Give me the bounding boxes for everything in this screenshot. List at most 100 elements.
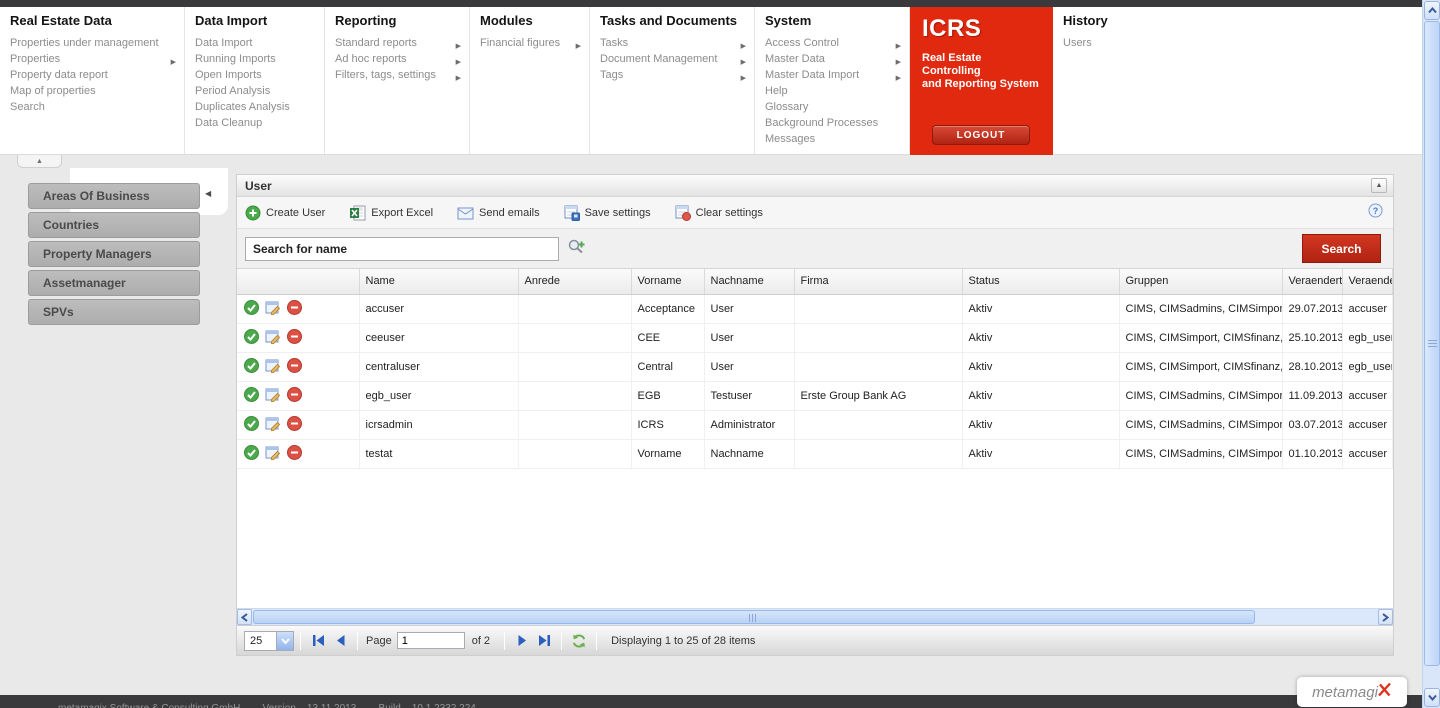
menu-item-label: Tags bbox=[600, 69, 623, 81]
export-excel-button[interactable]: Export Excel bbox=[349, 205, 433, 221]
menu-item-map-of-properties[interactable]: Map of properties bbox=[10, 83, 184, 99]
table-row[interactable]: testat Vorname Nachname Aktiv CIMS, CIMS… bbox=[237, 439, 1393, 468]
save-settings-button[interactable]: Save settings bbox=[564, 205, 651, 221]
horizontal-scrollbar[interactable] bbox=[237, 608, 1393, 625]
menu-item-properties[interactable]: Properties▶ bbox=[10, 51, 184, 67]
hscroll-thumb[interactable] bbox=[253, 610, 1255, 624]
menu-item-ad-hoc-reports[interactable]: Ad hoc reports▶ bbox=[335, 51, 469, 67]
deactivate-user-icon[interactable] bbox=[287, 387, 302, 405]
clear-settings-button[interactable]: Clear settings bbox=[675, 205, 763, 221]
vertical-scrollbar[interactable] bbox=[1422, 0, 1440, 708]
menu-item-open-imports[interactable]: Open Imports bbox=[195, 67, 324, 83]
edit-user-icon[interactable] bbox=[265, 358, 281, 376]
down-arrow-icon bbox=[1428, 694, 1437, 701]
menu-collapse-tab[interactable]: ▲ bbox=[17, 155, 62, 168]
menu-item-filters-tags-settings[interactable]: Filters, tags, settings▶ bbox=[335, 67, 469, 83]
user-active-icon[interactable] bbox=[244, 387, 259, 405]
deactivate-user-icon[interactable] bbox=[287, 416, 302, 434]
menu-item-master-data-import[interactable]: Master Data Import▶ bbox=[765, 67, 909, 83]
table-row[interactable]: icrsadmin ICRS Administrator Aktiv CIMS,… bbox=[237, 410, 1393, 439]
column-header-vorname[interactable]: Vorname bbox=[631, 269, 704, 294]
menu-item-search[interactable]: Search bbox=[10, 99, 184, 115]
deactivate-user-icon[interactable] bbox=[287, 445, 302, 463]
metamagix-logo: metamagi bbox=[1297, 677, 1407, 707]
column-header-name[interactable]: Name bbox=[359, 269, 518, 294]
edit-user-icon[interactable] bbox=[265, 300, 281, 318]
menu-item-financial-figures[interactable]: Financial figures▶ bbox=[480, 35, 589, 51]
menu-item-properties-under-management[interactable]: Properties under management bbox=[10, 35, 184, 51]
cell-firma: Erste Group Bank AG bbox=[794, 381, 962, 410]
row-actions bbox=[237, 381, 359, 410]
sidebar-item-property-managers[interactable]: Property Managers bbox=[28, 241, 200, 267]
sidebar-item-countries[interactable]: Countries bbox=[28, 212, 200, 238]
vscroll-thumb[interactable] bbox=[1424, 21, 1440, 666]
menu-item-background-processes[interactable]: Background Processes bbox=[765, 115, 909, 131]
menu-item-period-analysis[interactable]: Period Analysis bbox=[195, 83, 324, 99]
table-row[interactable]: accuser Acceptance User Aktiv CIMS, CIMS… bbox=[237, 294, 1393, 323]
menu-item-tags[interactable]: Tags▶ bbox=[600, 67, 754, 83]
menu-item-document-management[interactable]: Document Management▶ bbox=[600, 51, 754, 67]
sidebar-item-spvs[interactable]: SPVs bbox=[28, 299, 200, 325]
deactivate-user-icon[interactable] bbox=[287, 329, 302, 347]
menu-item-access-control[interactable]: Access Control▶ bbox=[765, 35, 909, 51]
menu-item-label: Messages bbox=[765, 133, 815, 145]
first-page-button[interactable] bbox=[307, 631, 329, 651]
menu-item-glossary[interactable]: Glossary bbox=[765, 99, 909, 115]
advanced-search-icon[interactable] bbox=[567, 238, 586, 259]
table-row[interactable]: centraluser Central User Aktiv CIMS, CIM… bbox=[237, 352, 1393, 381]
menu-item-duplicates-analysis[interactable]: Duplicates Analysis bbox=[195, 99, 324, 115]
column-header-veraendert[interactable]: Veraendert bbox=[1282, 269, 1342, 294]
last-page-button[interactable] bbox=[533, 631, 555, 651]
logout-button[interactable]: LOGOUT bbox=[932, 125, 1030, 145]
user-active-icon[interactable] bbox=[244, 358, 259, 376]
sidebar-expand-arrow-icon[interactable]: ◀ bbox=[205, 189, 211, 198]
refresh-button[interactable] bbox=[568, 631, 590, 651]
prev-page-button[interactable] bbox=[329, 631, 351, 651]
user-active-icon[interactable] bbox=[244, 300, 259, 318]
user-active-icon[interactable] bbox=[244, 445, 259, 463]
deactivate-user-icon[interactable] bbox=[287, 300, 302, 318]
column-header-gruppen[interactable]: Gruppen bbox=[1119, 269, 1282, 294]
menu-item-standard-reports[interactable]: Standard reports▶ bbox=[335, 35, 469, 51]
next-page-button[interactable] bbox=[511, 631, 533, 651]
table-row[interactable]: ceeuser CEE User Aktiv CIMS, CIMSimport,… bbox=[237, 323, 1393, 352]
send-emails-button[interactable]: Send emails bbox=[457, 206, 540, 220]
menu-item-label: Users bbox=[1063, 37, 1092, 49]
menu-item-users[interactable]: Users bbox=[1063, 35, 1422, 51]
create-user-button[interactable]: Create User bbox=[245, 205, 325, 221]
menu-item-tasks[interactable]: Tasks▶ bbox=[600, 35, 754, 51]
edit-user-icon[interactable] bbox=[265, 329, 281, 347]
edit-user-icon[interactable] bbox=[265, 416, 281, 434]
page-size-select[interactable]: 25 bbox=[244, 631, 294, 651]
column-header-veraendert-von[interactable]: Veraendert von bbox=[1342, 269, 1393, 294]
panel-collapse-button[interactable]: ▲ bbox=[1371, 178, 1387, 193]
menu-item-property-data-report[interactable]: Property data report bbox=[10, 67, 184, 83]
menu-item-help[interactable]: Help bbox=[765, 83, 909, 99]
deactivate-user-icon[interactable] bbox=[287, 358, 302, 376]
page-number-input[interactable] bbox=[397, 632, 465, 649]
sidebar-item-areas-of-business[interactable]: Areas Of Business bbox=[28, 183, 200, 209]
scroll-down-button[interactable] bbox=[1424, 688, 1440, 707]
menu-item-messages[interactable]: Messages bbox=[765, 131, 909, 147]
menu-item-data-cleanup[interactable]: Data Cleanup bbox=[195, 115, 324, 131]
scroll-right-button[interactable] bbox=[1378, 609, 1393, 625]
menu-item-running-imports[interactable]: Running Imports bbox=[195, 51, 324, 67]
edit-user-icon[interactable] bbox=[265, 387, 281, 405]
help-button[interactable]: ? bbox=[1368, 203, 1383, 223]
user-active-icon[interactable] bbox=[244, 416, 259, 434]
column-header-anrede[interactable]: Anrede bbox=[518, 269, 631, 294]
scroll-up-button[interactable] bbox=[1424, 1, 1440, 20]
search-button[interactable]: Search bbox=[1302, 234, 1381, 263]
column-header-nachname[interactable]: Nachname bbox=[704, 269, 794, 294]
menu-item-data-import[interactable]: Data Import bbox=[195, 35, 324, 51]
scroll-left-button[interactable] bbox=[237, 609, 252, 625]
edit-user-icon[interactable] bbox=[265, 445, 281, 463]
sidebar-item-assetmanager[interactable]: Assetmanager bbox=[28, 270, 200, 296]
table-row[interactable]: egb_user EGB Testuser Erste Group Bank A… bbox=[237, 381, 1393, 410]
pager-status: Displaying 1 to 25 of 28 items bbox=[611, 635, 755, 647]
search-input[interactable] bbox=[245, 237, 559, 261]
menu-item-master-data[interactable]: Master Data▶ bbox=[765, 51, 909, 67]
user-active-icon[interactable] bbox=[244, 329, 259, 347]
column-header-firma[interactable]: Firma bbox=[794, 269, 962, 294]
column-header-status[interactable]: Status bbox=[962, 269, 1119, 294]
